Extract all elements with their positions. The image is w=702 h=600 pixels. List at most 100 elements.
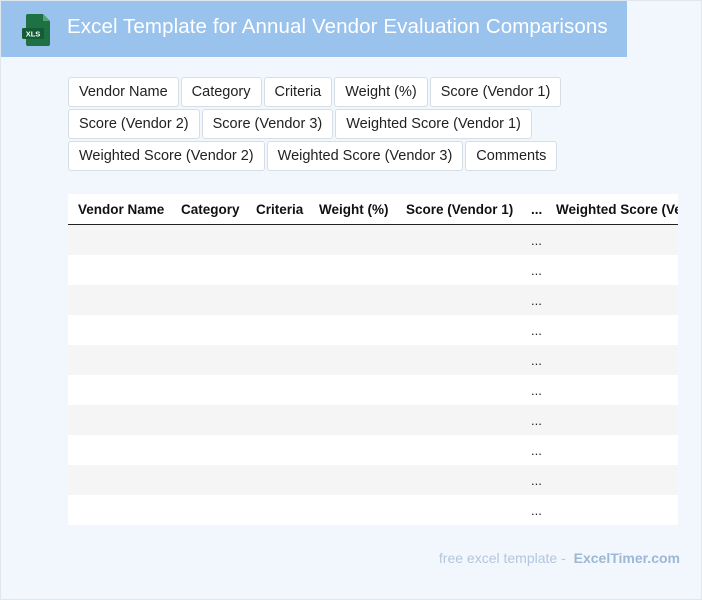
table-cell[interactable] <box>171 495 246 525</box>
title-banner: XLS Excel Template for Annual Vendor Eva… <box>1 1 627 57</box>
table-cell[interactable] <box>396 495 521 525</box>
table-cell[interactable] <box>68 375 171 405</box>
table-cell[interactable] <box>396 375 521 405</box>
column-chip[interactable]: Vendor Name <box>68 77 179 107</box>
table-cell[interactable] <box>171 255 246 285</box>
table-cell[interactable] <box>309 435 396 465</box>
column-chip[interactable]: Score (Vendor 1) <box>429 77 562 107</box>
table-cell[interactable] <box>246 405 309 435</box>
table-row: ... <box>68 495 678 525</box>
table-cell[interactable] <box>309 285 396 315</box>
table-cell[interactable] <box>396 405 521 435</box>
table-cell[interactable] <box>396 285 521 315</box>
table-cell[interactable] <box>396 224 521 255</box>
table-cell[interactable] <box>68 315 171 345</box>
table-cell[interactable] <box>171 435 246 465</box>
table-cell[interactable] <box>171 405 246 435</box>
table-cell[interactable] <box>171 465 246 495</box>
table-cell[interactable] <box>309 315 396 345</box>
table-cell[interactable]: ... <box>521 255 546 285</box>
table-cell[interactable] <box>68 345 171 375</box>
table-cell[interactable] <box>246 285 309 315</box>
table-cell[interactable] <box>68 405 171 435</box>
table-cell[interactable] <box>396 435 521 465</box>
table-cell[interactable] <box>246 345 309 375</box>
table-cell[interactable] <box>396 315 521 345</box>
table-cell[interactable] <box>309 465 396 495</box>
column-header: Weighted Score (Vendor 3) <box>546 194 678 225</box>
table-cell[interactable]: ... <box>521 405 546 435</box>
table-cell[interactable] <box>68 285 171 315</box>
column-header: Weight (%) <box>309 194 396 225</box>
table-cell[interactable] <box>68 255 171 285</box>
table-cell[interactable] <box>309 375 396 405</box>
table-cell[interactable] <box>546 315 678 345</box>
table-cell[interactable]: ... <box>521 465 546 495</box>
table-cell[interactable] <box>171 315 246 345</box>
table-row: ... <box>68 345 678 375</box>
column-chip[interactable]: Criteria <box>263 77 333 107</box>
table-cell[interactable] <box>246 255 309 285</box>
column-header: Category <box>171 194 246 225</box>
table-cell[interactable] <box>246 495 309 525</box>
table-cell[interactable] <box>246 435 309 465</box>
column-chip[interactable]: Comments <box>465 141 558 171</box>
table-cell[interactable] <box>546 435 678 465</box>
column-header: ... <box>521 194 546 225</box>
table-cell[interactable] <box>546 285 678 315</box>
table-cell[interactable] <box>546 375 678 405</box>
table-cell[interactable] <box>396 465 521 495</box>
table-cell[interactable]: ... <box>521 495 546 525</box>
table-cell[interactable]: ... <box>521 375 546 405</box>
table-cell[interactable] <box>246 224 309 255</box>
table-cell[interactable]: ... <box>521 435 546 465</box>
table-cell[interactable] <box>68 435 171 465</box>
table-cell[interactable] <box>309 345 396 375</box>
table-cell[interactable] <box>546 495 678 525</box>
table-cell[interactable] <box>309 495 396 525</box>
table-cell[interactable] <box>546 465 678 495</box>
table-cell[interactable] <box>171 345 246 375</box>
table-cell[interactable] <box>68 495 171 525</box>
table-cell[interactable]: ... <box>521 315 546 345</box>
table-cell[interactable]: ... <box>521 345 546 375</box>
column-chip[interactable]: Score (Vendor 3) <box>201 109 334 139</box>
table-cell[interactable] <box>546 255 678 285</box>
table-cell[interactable]: ... <box>521 285 546 315</box>
table-cell[interactable] <box>396 255 521 285</box>
table-cell[interactable] <box>68 465 171 495</box>
table-cell[interactable] <box>246 315 309 345</box>
footer-brand-link[interactable]: ExcelTimer.com <box>574 550 680 566</box>
excel-icon-label: XLS <box>26 30 41 39</box>
table-cell[interactable] <box>171 375 246 405</box>
excel-file-icon: XLS <box>22 14 50 46</box>
table-cell[interactable] <box>68 224 171 255</box>
template-table-container[interactable]: Vendor Name Category Criteria Weight (%) Sco… <box>68 194 678 525</box>
column-chip[interactable]: Weight (%) <box>334 77 428 107</box>
table-row: ... <box>68 255 678 285</box>
table-cell[interactable] <box>546 405 678 435</box>
column-header: Vendor Name <box>68 194 171 225</box>
table-cell[interactable] <box>309 255 396 285</box>
column-header: Score (Vendor 1) <box>396 194 521 225</box>
table-cell[interactable] <box>309 405 396 435</box>
table-cell[interactable]: ... <box>521 224 546 255</box>
table-cell[interactable] <box>396 345 521 375</box>
table-cell[interactable] <box>246 375 309 405</box>
table-row: ... <box>68 465 678 495</box>
table-cell[interactable] <box>546 224 678 255</box>
column-chip-list: Vendor Name Category Criteria Weight (%) Sco… <box>68 77 588 173</box>
column-chip[interactable]: Weighted Score (Vendor 1) <box>335 109 532 139</box>
template-table: Vendor Name Category Criteria Weight (%) Sco… <box>68 194 678 525</box>
table-cell[interactable] <box>171 285 246 315</box>
table-cell[interactable] <box>309 224 396 255</box>
column-chip[interactable]: Score (Vendor 2) <box>68 109 200 139</box>
column-chip[interactable]: Weighted Score (Vendor 3) <box>266 141 464 171</box>
table-cell[interactable] <box>246 465 309 495</box>
column-chip[interactable]: Weighted Score (Vendor 2) <box>68 141 265 171</box>
table-row: ... <box>68 285 678 315</box>
table-cell[interactable] <box>546 345 678 375</box>
column-chip[interactable]: Category <box>180 77 262 107</box>
table-cell[interactable] <box>171 224 246 255</box>
table-row: ... <box>68 224 678 255</box>
